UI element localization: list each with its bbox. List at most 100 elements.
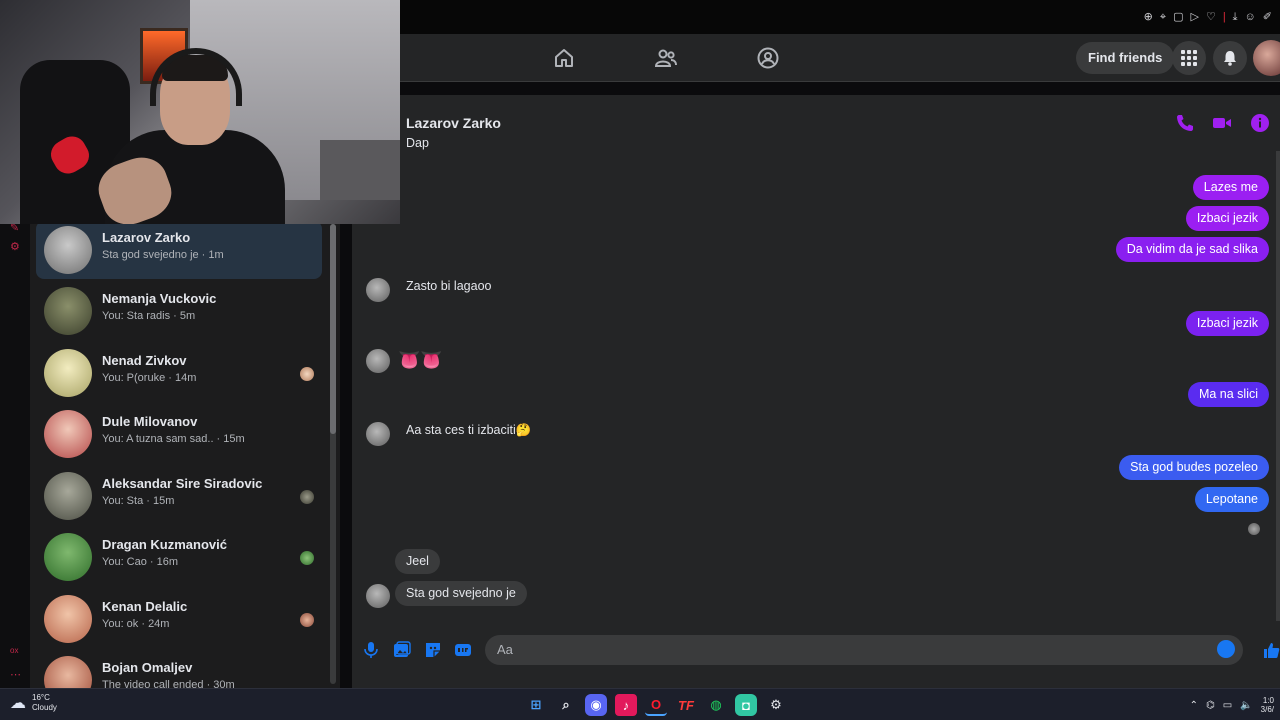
more-icon[interactable]: ⋯	[10, 668, 22, 681]
account-icon[interactable]: ☺	[1245, 10, 1256, 24]
weather-widget[interactable]: ☁ 16°C Cloudy	[10, 693, 57, 713]
bell-icon	[1224, 51, 1236, 66]
webcam-shelf	[320, 140, 400, 200]
conversation-scrollbar[interactable]	[1276, 151, 1280, 621]
conversation-title[interactable]: Lazarov Zarko	[406, 115, 501, 131]
video-call-icon[interactable]	[1212, 113, 1232, 133]
message-outgoing[interactable]: Da vidim da je sad slika	[1115, 237, 1269, 262]
chat-item-nenad-zivkov[interactable]: Nenad Zivkov You: P(oruke · 14m	[36, 344, 322, 402]
chat-app-icon[interactable]: ◘	[735, 694, 757, 716]
sender-avatar	[366, 278, 390, 302]
windows-start-icon[interactable]: ⊞	[525, 694, 547, 716]
download-icon[interactable]: ⤓	[1233, 10, 1238, 24]
weather-temperature: 16°C	[32, 693, 50, 702]
volume-icon[interactable]: 🔈	[1240, 700, 1252, 711]
system-tray: ⌃ ⌬ ▭ 🔈 1:0 3/6/	[1190, 696, 1274, 714]
avatar	[44, 656, 92, 688]
seen-avatar	[300, 613, 314, 627]
spotify-icon[interactable]: ◍	[705, 694, 727, 716]
groups-icon[interactable]	[756, 46, 780, 70]
chat-item-kenan-delalic[interactable]: Kenan Delalic You: ok · 24m	[36, 590, 322, 648]
chat-item-lazarov-zarko[interactable]: Lazarov Zarko Sta god svejedno je · 1m	[36, 224, 322, 279]
profile-avatar[interactable]	[1253, 40, 1280, 76]
message-incoming[interactable]: Jeel	[395, 549, 440, 574]
seen-avatar	[300, 367, 314, 381]
chat-item-dule-milovanov[interactable]: Dule Milovanov You: A tuzna sam sad.. · …	[36, 405, 322, 463]
clock-time[interactable]: 1:0	[1261, 696, 1274, 705]
message-input[interactable]: Aa	[485, 635, 1243, 665]
discord-icon[interactable]: ◉	[585, 694, 607, 716]
settings-app-icon[interactable]: ⚙	[765, 694, 787, 716]
chat-item-aleksandar-sire-siradovic[interactable]: Aleksandar Sire Siradovic You: Sta · 15m	[36, 467, 322, 525]
message-incoming[interactable]: Zasto bi lagaoo	[395, 274, 502, 299]
info-icon[interactable]	[1250, 113, 1270, 133]
chat-name: Kenan Delalic	[102, 599, 188, 614]
chat-preview: You: ok · 24m	[102, 618, 170, 630]
scrollbar-thumb[interactable]	[330, 224, 336, 434]
sticker-icon[interactable]	[424, 641, 442, 659]
zoom-icon[interactable]: ⊕	[1144, 10, 1153, 24]
heart-icon[interactable]: ♡	[1206, 10, 1216, 24]
taskbar: ☁ 16°C Cloudy ⊞ ⌕ ◉ ♪ O TF ◍ ◘ ⚙ ⌃ ⌬ ▭ 🔈…	[0, 688, 1280, 720]
network-icon[interactable]: ⌬	[1206, 700, 1215, 711]
display-icon[interactable]: ▭	[1223, 700, 1232, 711]
menu-button[interactable]	[1172, 41, 1206, 75]
divider-icon: |	[1222, 11, 1226, 23]
play-icon[interactable]: ▷	[1190, 10, 1198, 24]
notifications-button[interactable]	[1213, 41, 1247, 75]
gif-icon[interactable]	[454, 641, 472, 659]
message-outgoing[interactable]: Izbaci jezik	[1185, 206, 1269, 231]
emoji-icon[interactable]	[1217, 640, 1235, 658]
taskbar-apps: ⊞ ⌕ ◉ ♪ O TF ◍ ◘ ⚙	[525, 694, 787, 716]
chevron-up-icon[interactable]: ⌃	[1190, 700, 1198, 711]
message-outgoing[interactable]: Izbaci jezik	[1185, 311, 1269, 336]
chat-item-dragan-kuzmanovic[interactable]: Dragan Kuzmanović You: Cao · 16m	[36, 528, 322, 586]
tiktok-icon[interactable]: ♪	[615, 694, 637, 716]
message-outgoing[interactable]: Ma na slici	[1187, 382, 1269, 407]
left-sidebar-strip: ✎ ⚙ ox ⋯	[0, 222, 30, 688]
chat-preview: You: P(oruke · 14m	[102, 372, 197, 384]
find-friends-button[interactable]: Find friends	[1076, 42, 1175, 74]
chat-name: Lazarov Zarko	[102, 230, 191, 245]
seen-avatar	[300, 490, 314, 504]
message-incoming[interactable]: Sta god svejedno je	[395, 581, 527, 606]
ai-icon[interactable]: ✐	[1263, 10, 1272, 24]
opera-gx-icon[interactable]: O	[645, 694, 667, 716]
chat-item-bojan-omaljev[interactable]: Bojan Omaljev The video call ended · 30m	[36, 651, 322, 688]
message-outgoing[interactable]: Sta god budes pozeleo	[1119, 455, 1269, 480]
chat-item-nemanja-vuckovic[interactable]: Nemanja Vuckovic You: Sta radis · 5m	[36, 282, 322, 340]
message-outgoing[interactable]: Lazes me	[1192, 175, 1269, 200]
message-emoji[interactable]: 👅👅	[398, 350, 443, 371]
phone-icon[interactable]	[1175, 113, 1195, 133]
sender-avatar	[366, 584, 390, 608]
avatar	[44, 226, 92, 274]
search-icon[interactable]: ⌕	[555, 694, 577, 716]
chat-name: Dragan Kuzmanović	[102, 537, 227, 552]
webcam-overlay	[0, 0, 400, 224]
thumbs-up-icon[interactable]	[1262, 641, 1280, 659]
chat-list-scrollbar[interactable]	[330, 224, 336, 684]
avatar	[44, 410, 92, 458]
conversation-header: Lazarov Zarko	[352, 95, 1280, 151]
snapshot-icon[interactable]: ▢	[1173, 10, 1183, 24]
sender-avatar	[366, 349, 390, 373]
message-incoming[interactable]: Aa sta ces ti izbaciti🤔	[395, 418, 542, 443]
chat-name: Aleksandar Sire Siradovic	[102, 476, 263, 491]
chat-name: Bojan Omaljev	[102, 660, 193, 675]
seen-indicator	[1248, 523, 1260, 535]
ox-icon[interactable]: ox	[10, 646, 22, 658]
chat-preview: The video call ended · 30m	[102, 679, 235, 688]
friends-icon[interactable]	[654, 46, 678, 70]
message-outgoing[interactable]: Lepotane	[1194, 487, 1269, 512]
home-icon[interactable]	[552, 46, 576, 70]
chat-preview: You: A tuzna sam sad.. · 15m	[102, 433, 245, 445]
photo-icon[interactable]	[393, 641, 411, 659]
message-input-placeholder: Aa	[497, 642, 513, 657]
microphone-icon[interactable]	[362, 641, 380, 659]
message-incoming[interactable]: Dap	[395, 138, 440, 152]
tf-app-icon[interactable]: TF	[675, 694, 697, 716]
pin-icon[interactable]: ⌖	[1160, 10, 1166, 24]
settings-icon[interactable]: ⚙	[10, 240, 22, 253]
chat-preview: Sta god svejedno je · 1m	[102, 249, 224, 261]
clock-date[interactable]: 3/6/	[1261, 705, 1274, 714]
